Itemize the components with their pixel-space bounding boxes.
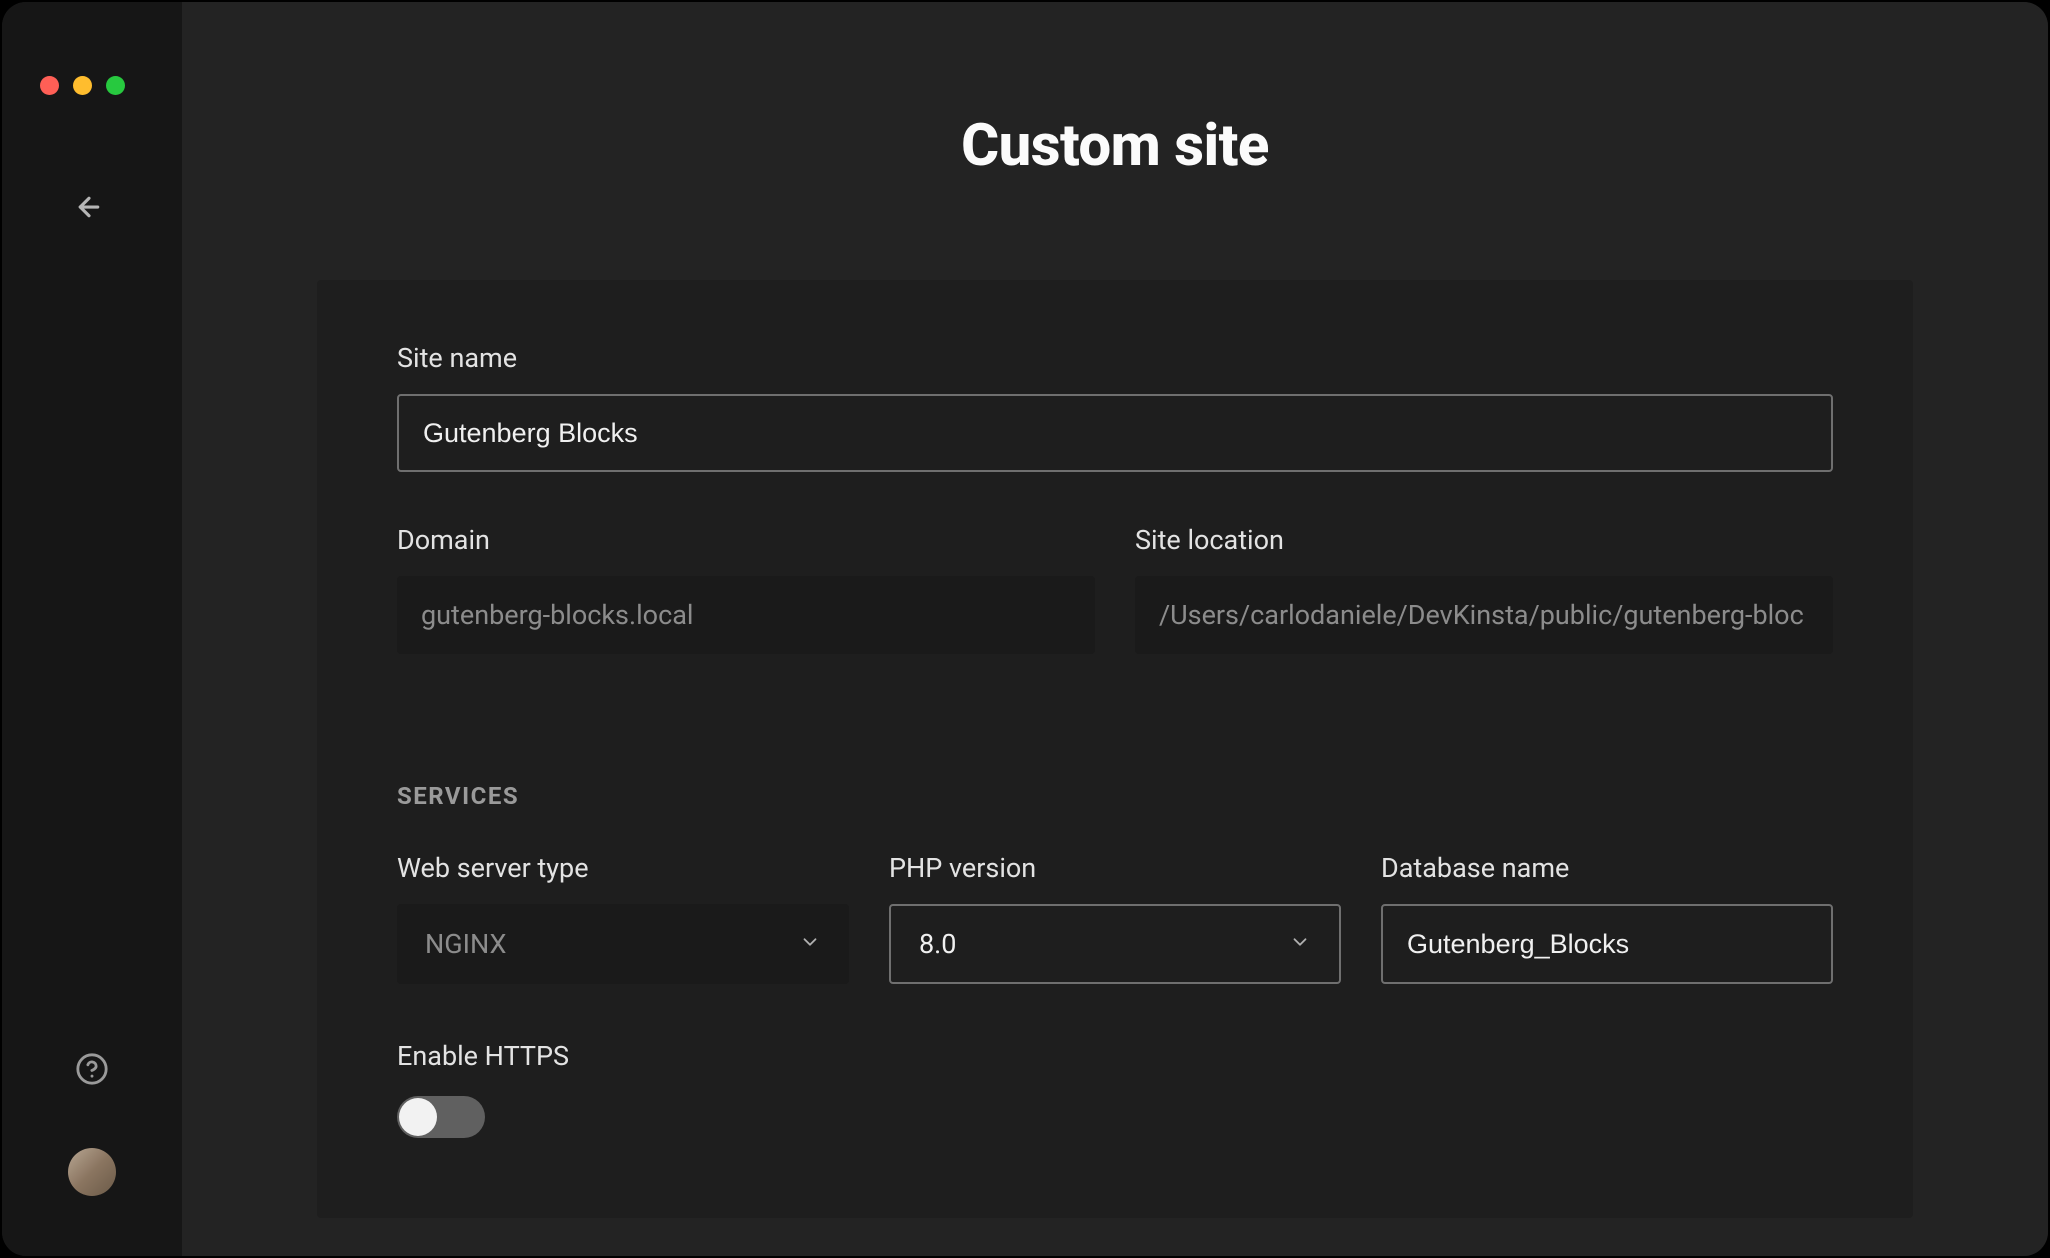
site-name-input[interactable] (397, 394, 1833, 472)
domain-column: Domain gutenberg-blocks.local (397, 524, 1095, 654)
enable-https-toggle[interactable] (397, 1096, 485, 1138)
php-column: PHP version 8.0 (889, 852, 1341, 984)
minimize-window-button[interactable] (73, 76, 92, 95)
domain-input[interactable]: gutenberg-blocks.local (397, 576, 1095, 654)
chevron-down-icon (1289, 928, 1311, 960)
web-server-column: Web server type NGINX (397, 852, 849, 984)
https-section: Enable HTTPS (397, 1040, 1833, 1138)
sidebar-bottom (2, 1052, 182, 1196)
php-version-value: 8.0 (919, 928, 956, 960)
web-server-value: NGINX (425, 928, 506, 960)
database-name-input[interactable] (1381, 904, 1833, 984)
sidebar (2, 2, 182, 1256)
services-row: Web server type NGINX PHP version 8.0 (397, 852, 1833, 984)
toggle-knob (399, 1098, 437, 1136)
back-button[interactable] (74, 192, 104, 226)
enable-https-label: Enable HTTPS (397, 1040, 1833, 1072)
site-location-input[interactable]: /Users/carlodaniele/DevKinsta/public/gut… (1135, 576, 1833, 654)
services-header: SERVICES (397, 782, 1833, 810)
domain-label: Domain (397, 524, 1095, 556)
php-version-select[interactable]: 8.0 (889, 904, 1341, 984)
main-content: Custom site Site name Domain gutenberg-b… (182, 2, 2048, 1256)
arrow-left-icon (74, 192, 104, 222)
db-column: Database name (1381, 852, 1833, 984)
web-server-select[interactable]: NGINX (397, 904, 849, 984)
help-button[interactable] (75, 1052, 109, 1090)
domain-location-row: Domain gutenberg-blocks.local Site locat… (397, 524, 1833, 654)
site-location-label: Site location (1135, 524, 1833, 556)
close-window-button[interactable] (40, 76, 59, 95)
avatar[interactable] (68, 1148, 116, 1196)
help-circle-icon (75, 1052, 109, 1086)
php-version-label: PHP version (889, 852, 1341, 884)
domain-value: gutenberg-blocks.local (421, 599, 693, 631)
form-panel: Site name Domain gutenberg-blocks.local … (317, 280, 1913, 1218)
database-name-label: Database name (1381, 852, 1833, 884)
chevron-down-icon (799, 928, 821, 960)
site-location-column: Site location /Users/carlodaniele/DevKin… (1135, 524, 1833, 654)
app-window: Custom site Site name Domain gutenberg-b… (2, 2, 2048, 1256)
web-server-label: Web server type (397, 852, 849, 884)
site-name-label: Site name (397, 342, 1833, 374)
maximize-window-button[interactable] (106, 76, 125, 95)
site-location-value: /Users/carlodaniele/DevKinsta/public/gut… (1159, 599, 1804, 631)
window-controls (40, 76, 125, 95)
page-title: Custom site (961, 112, 1269, 180)
